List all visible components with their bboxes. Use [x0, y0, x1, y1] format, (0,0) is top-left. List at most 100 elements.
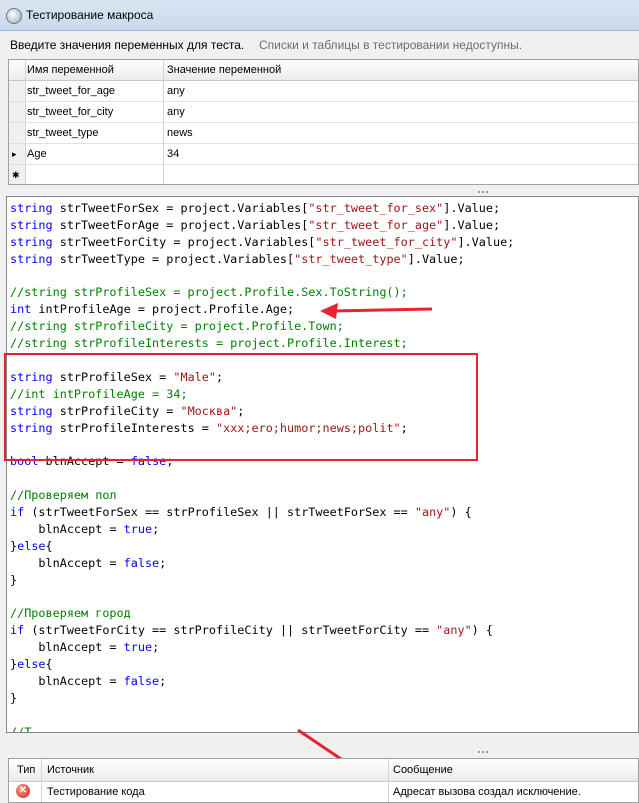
code-token: //string strProfileInterests = project.P…: [10, 336, 408, 351]
code-line[interactable]: //Проверяем город: [10, 605, 514, 622]
code-line[interactable]: string strTweetForSex = project.Variable…: [10, 200, 514, 217]
code-line[interactable]: [10, 707, 514, 724]
grid-header: Имя переменной Значение переменной: [9, 60, 638, 81]
code-line[interactable]: [10, 588, 514, 605]
variables-grid[interactable]: Имя переменной Значение переменной str_t…: [8, 59, 639, 185]
new-row-icon: ✱: [12, 170, 20, 180]
code-token: string: [10, 217, 53, 232]
code-token: ].Value;: [443, 201, 501, 215]
variable-name[interactable]: str_tweet_type: [27, 123, 99, 143]
variable-value[interactable]: 34: [167, 144, 179, 164]
code-token: string: [10, 234, 53, 249]
variable-value[interactable]: any: [167, 102, 185, 122]
code-token: "str_tweet_for_sex": [308, 201, 444, 215]
code-line[interactable]: [10, 268, 514, 285]
code-line[interactable]: //string strProfileInterests = project.P…: [10, 335, 514, 352]
code-token: ;: [159, 555, 167, 570]
row-selector[interactable]: ▸: [9, 144, 25, 164]
code-token: {: [45, 538, 53, 553]
code-token: ;: [152, 521, 160, 536]
code-line[interactable]: string strTweetType = project.Variables[…: [10, 251, 514, 268]
code-line[interactable]: }: [10, 690, 514, 707]
splitter[interactable]: [0, 735, 639, 757]
code-token: intProfileAge = project.Profile.Age;: [31, 302, 295, 317]
column-header-value[interactable]: Значение переменной: [167, 60, 281, 80]
code-line[interactable]: }else{: [10, 538, 514, 555]
code-token: ) {: [450, 505, 472, 520]
code-line[interactable]: string strTweetForAge = project.Variable…: [10, 217, 514, 234]
code-token: //T: [10, 724, 32, 733]
code-token: false: [123, 673, 160, 688]
code-token: "str_tweet_for_age": [308, 217, 444, 232]
code-token: blnAccept =: [10, 640, 124, 655]
code-token: string: [10, 201, 53, 215]
code-line[interactable]: if (strTweetForCity == strProfileCity ||…: [10, 622, 514, 639]
code-line[interactable]: [10, 470, 514, 487]
code-editor[interactable]: string strTweetForSex = project.Variable…: [6, 196, 639, 733]
error-source[interactable]: Тестирование кода: [47, 781, 145, 802]
code-line[interactable]: //string strProfileCity = project.Profil…: [10, 318, 514, 335]
code-token: //Проверяем город: [10, 606, 131, 621]
row-selector[interactable]: [9, 123, 25, 143]
code-line[interactable]: if (strTweetForSex == strProfileSex || s…: [10, 504, 514, 521]
code-line[interactable]: }: [10, 572, 514, 589]
code-text[interactable]: string strTweetForSex = project.Variable…: [10, 200, 514, 733]
column-header-message[interactable]: Сообщение: [393, 759, 453, 781]
code-token: blnAccept =: [10, 555, 124, 570]
code-token: (strTweetForSex == strProfileSex || strT…: [24, 505, 415, 520]
code-line[interactable]: blnAccept = true;: [10, 521, 514, 538]
code-token: }: [10, 572, 18, 587]
info-secondary: Списки и таблицы в тестировании недоступ…: [259, 38, 523, 52]
code-token: blnAccept =: [10, 521, 124, 536]
code-token: ].Value;: [457, 234, 515, 249]
code-token: int: [10, 302, 32, 317]
code-token: strTweetType = project.Variables[: [52, 251, 295, 266]
code-token: ].Value;: [443, 217, 501, 232]
code-line[interactable]: blnAccept = true;: [10, 639, 514, 656]
variable-name[interactable]: str_tweet_for_city: [27, 102, 113, 122]
errors-header: Тип Источник Сообщение: [9, 759, 638, 782]
code-token: ].Value;: [407, 251, 465, 266]
code-line[interactable]: blnAccept = false;: [10, 555, 514, 572]
code-token: false: [123, 555, 160, 570]
code-token: "any": [436, 623, 472, 638]
code-token: strTweetForAge = project.Variables[: [52, 217, 309, 232]
row-selector[interactable]: [9, 81, 25, 101]
window-title: Тестирование макроса: [26, 8, 154, 22]
gear-icon: [6, 8, 22, 24]
row-selector[interactable]: ✱: [9, 165, 25, 184]
code-line[interactable]: }else{: [10, 656, 514, 673]
column-header-name[interactable]: Имя переменной: [27, 60, 114, 80]
code-token: ;: [159, 673, 167, 688]
variable-name[interactable]: str_tweet_for_age: [27, 81, 115, 101]
code-token: (strTweetForCity == strProfileCity || st…: [24, 623, 437, 638]
error-message[interactable]: Адресат вызова создал исключение.: [393, 781, 581, 802]
column-header-type[interactable]: Тип: [17, 759, 35, 781]
current-row-arrow-icon: ▸: [12, 149, 17, 159]
code-line[interactable]: //T: [10, 724, 514, 733]
annotation-arrow-icon: [320, 303, 433, 319]
code-token: if: [10, 623, 25, 638]
errors-grid[interactable]: Тип Источник Сообщение Тестирование кода…: [8, 758, 639, 803]
column-header-source[interactable]: Источник: [47, 759, 94, 781]
code-token: true: [123, 521, 153, 536]
code-token: "str_tweet_type": [294, 251, 408, 266]
code-line[interactable]: //Проверяем пол: [10, 487, 514, 504]
code-line[interactable]: string strTweetForCity = project.Variabl…: [10, 234, 514, 251]
code-token: ) {: [471, 623, 493, 638]
code-token: true: [123, 640, 153, 655]
variable-name[interactable]: Age: [27, 144, 47, 164]
code-token: string: [10, 251, 53, 266]
title-bar: Тестирование макроса: [0, 0, 639, 31]
code-line[interactable]: blnAccept = false;: [10, 673, 514, 690]
code-token: {: [45, 657, 53, 672]
info-main: Введите значения переменных для теста.: [10, 38, 245, 52]
code-token: else: [17, 538, 46, 553]
code-token: ;: [152, 640, 160, 655]
info-bar: Введите значения переменных для теста. С…: [0, 31, 639, 57]
code-token: //Проверяем пол: [10, 488, 117, 503]
variable-value[interactable]: news: [167, 123, 193, 143]
code-token: else: [17, 657, 46, 672]
row-selector[interactable]: [9, 102, 25, 122]
variable-value[interactable]: any: [167, 81, 185, 101]
